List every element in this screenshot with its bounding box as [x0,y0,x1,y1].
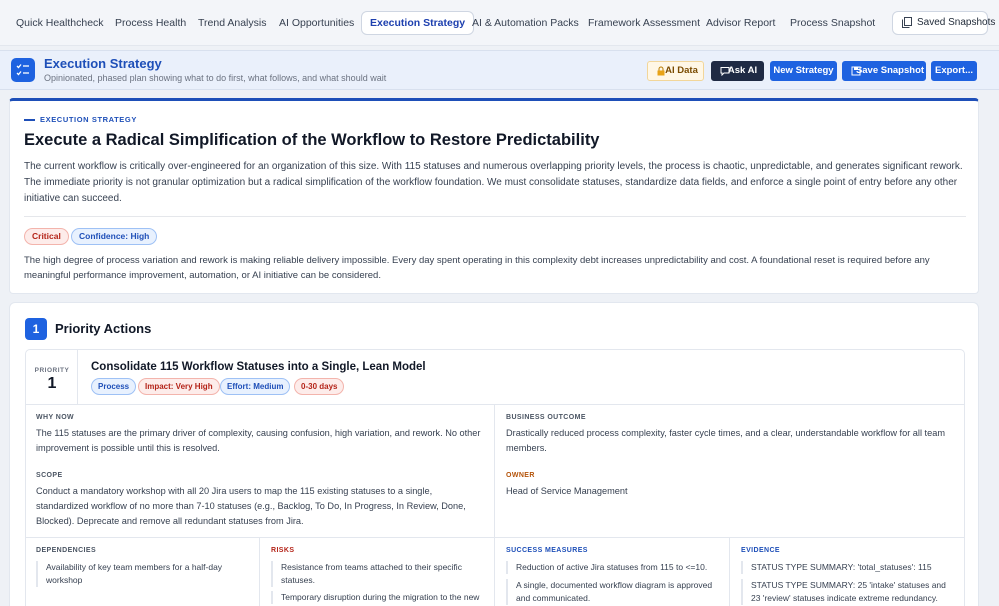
business-outcome-text: Drastically reduced process complexity, … [506,428,945,453]
ai-data-label: AI Data [665,65,698,76]
action-title: Consolidate 115 Workflow Statuses into a… [91,361,426,373]
section-number-badge: 1 [25,318,47,340]
divider [494,404,495,537]
save-snapshot-button[interactable]: Save Snapshot [842,61,926,81]
business-outcome-label: BUSINESS OUTCOME [506,414,586,421]
impact-tag: Impact: Very High [138,378,220,395]
success-measure-item: A single, documented workflow diagram is… [506,579,718,605]
ask-ai-label: Ask AI [727,65,758,76]
tab-trend-analysis[interactable]: Trend Analysis [189,11,275,35]
divider [259,537,260,606]
scope-label: SCOPE [36,472,63,479]
chat-icon [720,67,730,76]
tab-execution-strategy[interactable]: Execution Strategy [361,11,475,35]
lock-icon [657,66,665,76]
strategy-description: The current workflow is critically over-… [24,161,963,204]
copy-icon [902,17,912,28]
top-navigation: Quick Healthcheck Process Health Trend A… [0,0,999,46]
tab-framework-assessment[interactable]: Framework Assessment [579,11,709,35]
dependencies-label: DEPENDENCIES [36,547,97,554]
page-header: Execution Strategy Opinionated, phased p… [0,50,999,90]
priority-actions-card: 1 Priority Actions PRIORITY 1 Consolidat… [9,302,979,606]
ask-ai-button[interactable]: Ask AI [711,61,764,81]
saved-snapshots-label: Saved Snapshots [917,17,996,28]
owner-text: Head of Service Management [506,486,628,496]
evidence-label: EVIDENCE [741,547,780,554]
why-now-text: The 115 statuses are the primary driver … [36,428,481,453]
risks-label: RISKS [271,547,295,554]
priority-label: PRIORITY [34,367,70,374]
tab-advisor-report[interactable]: Advisor Report [697,11,784,35]
tab-process-snapshot[interactable]: Process Snapshot [781,11,884,35]
new-strategy-button[interactable]: New Strategy [770,61,837,81]
strategy-rationale: The high degree of process variation and… [24,255,930,281]
risk-item: Temporary disruption during the migratio… [271,591,483,604]
why-now-label: WHY NOW [36,414,75,421]
divider [494,537,495,606]
divider [24,216,966,217]
owner-label: OWNER [506,472,535,479]
export-button[interactable]: Export... [931,61,977,81]
list-check-icon [11,58,35,82]
priority-indicator: PRIORITY 1 [26,350,78,404]
tab-quick-healthcheck[interactable]: Quick Healthcheck [7,11,113,35]
ai-data-button[interactable]: AI Data [647,61,704,81]
save-icon [851,66,861,76]
timeline-tag: 0-30 days [294,378,345,395]
category-tag: Process [91,378,137,395]
page-subtitle: Opinionated, phased plan showing what to… [44,73,387,83]
action-card: PRIORITY 1 Consolidate 115 Workflow Stat… [25,349,965,606]
tab-ai-automation-packs[interactable]: AI & Automation Packs [463,11,588,35]
save-snapshot-label: Save Snapshot [855,65,925,76]
strategy-title: Execute a Radical Simplification of the … [24,131,600,149]
evidence-item: STATUS TYPE SUMMARY: 25 'intake' statuse… [741,579,953,605]
evidence-item: STATUS TYPE SUMMARY: 'total_statuses': 1… [741,561,953,574]
section-title: Priority Actions [55,321,152,336]
tab-process-health[interactable]: Process Health [106,11,195,35]
severity-badge: Critical [24,228,69,245]
priority-value: 1 [47,375,57,392]
risk-item: Resistance from teams attached to their … [271,561,483,587]
effort-tag: Effort: Medium [220,378,291,395]
strategy-eyebrow: EXECUTION STRATEGY [24,115,137,124]
dependency-item: Availability of key team members for a h… [36,561,246,587]
page-title: Execution Strategy [44,56,162,71]
divider [26,404,964,405]
confidence-badge: Confidence: High [71,228,158,245]
success-measure-item: Reduction of active Jira statuses from 1… [506,561,718,574]
scope-text: Conduct a mandatory workshop with all 20… [36,486,466,526]
divider [729,537,730,606]
divider [26,537,964,538]
success-measures-label: SUCCESS MEASURES [506,547,588,554]
strategy-card: EXECUTION STRATEGY Execute a Radical Sim… [9,98,979,294]
saved-snapshots-button[interactable]: Saved Snapshots [892,11,995,35]
tab-ai-opportunities[interactable]: AI Opportunities [270,11,363,35]
